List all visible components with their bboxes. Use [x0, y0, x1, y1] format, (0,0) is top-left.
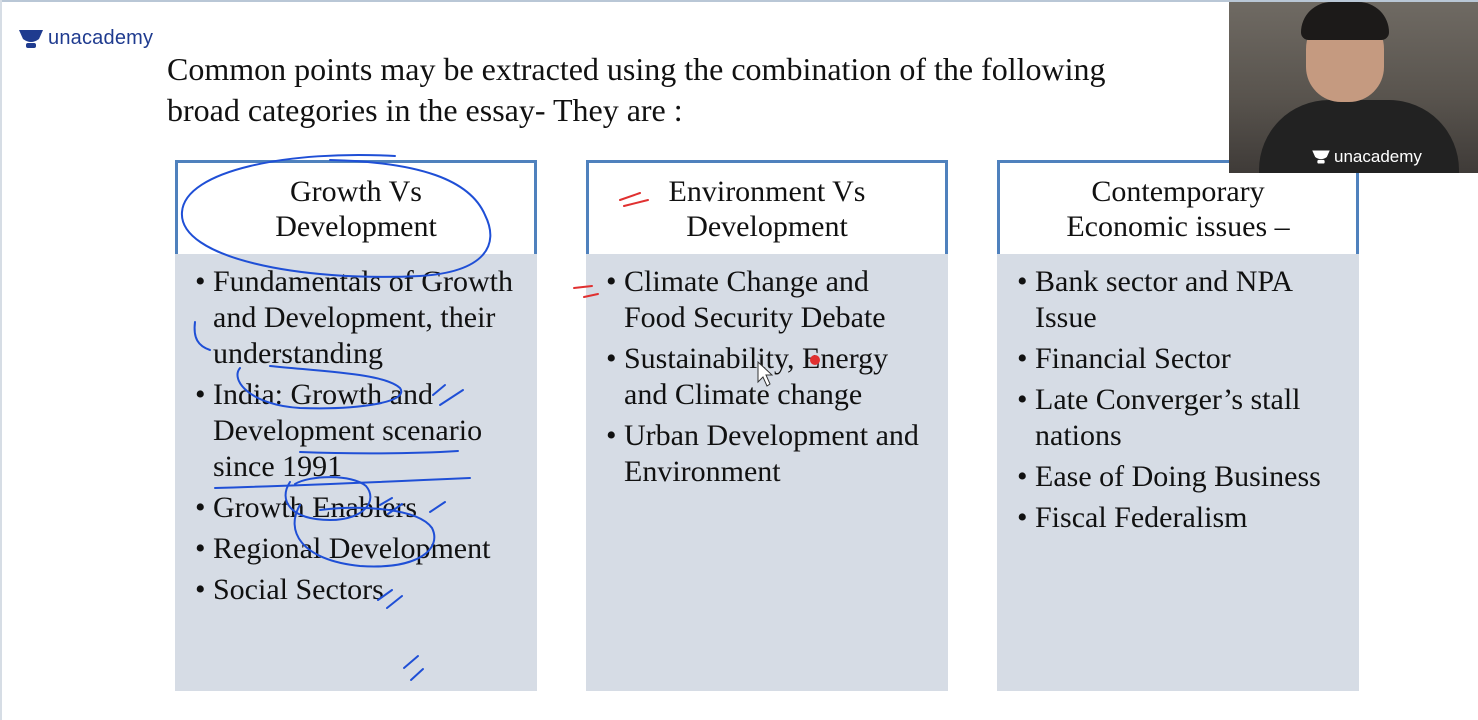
- category-bullet-list: Climate Change and Food Security Debate …: [606, 264, 934, 490]
- category-header: Contemporary Economic issues –: [997, 160, 1359, 254]
- category-body: Climate Change and Food Security Debate …: [586, 254, 948, 691]
- bullet-item: Fiscal Federalism: [1017, 500, 1345, 536]
- category-title-line-1: Environment Vs: [668, 174, 866, 208]
- bullet-item: Bank sector and NPA Issue: [1017, 264, 1345, 336]
- category-body: Fundamentals of Growth and Development, …: [175, 254, 537, 691]
- slide-intro-text: Common points may be extracted using the…: [167, 49, 1227, 131]
- category-title-line-1: Contemporary: [1091, 174, 1265, 208]
- bullet-item: Sustainability, Energy and Climate chang…: [606, 341, 934, 413]
- intro-line-2: broad categories in the essay- They are …: [167, 92, 683, 128]
- bullet-item: India: Growth and Development scenario s…: [195, 377, 523, 485]
- brand-name: unacademy: [48, 27, 154, 49]
- unacademy-logo-icon: [1312, 150, 1330, 164]
- category-header: Environment Vs Development: [586, 160, 948, 254]
- category-title-line-2: Development: [686, 209, 848, 243]
- bullet-item: Urban Development and Environment: [606, 418, 934, 490]
- intro-line-1: Common points may be extracted using the…: [167, 51, 1106, 87]
- category-bullet-list: Bank sector and NPA Issue Financial Sect…: [1017, 264, 1345, 536]
- category-title-line-2: Economic issues –: [1066, 209, 1290, 243]
- bullet-item: Climate Change and Food Security Debate: [606, 264, 934, 336]
- category-environment-vs-development: Environment Vs Development Climate Chang…: [586, 160, 948, 691]
- bullet-item: Late Converger’s stall nations: [1017, 382, 1345, 454]
- presenter-webcam[interactable]: unacademy: [1229, 2, 1478, 173]
- category-title-line-1: Growth Vs: [290, 174, 422, 208]
- bullet-item: Ease of Doing Business: [1017, 459, 1345, 495]
- bullet-item: Fundamentals of Growth and Development, …: [195, 264, 523, 372]
- category-header: Growth Vs Development: [175, 160, 537, 254]
- unacademy-logo-icon: [19, 29, 43, 48]
- category-title-line-2: Development: [275, 209, 437, 243]
- category-contemporary-economic-issues: Contemporary Economic issues – Bank sect…: [997, 160, 1359, 691]
- bullet-item: Regional Development: [195, 531, 523, 567]
- window-left-border: [0, 0, 2, 720]
- category-growth-vs-development: Growth Vs Development Fundamentals of Gr…: [175, 160, 537, 691]
- bullet-item: Social Sectors: [195, 572, 523, 608]
- category-bullet-list: Fundamentals of Growth and Development, …: [195, 264, 523, 608]
- presenter-hair: [1301, 2, 1389, 40]
- category-body: Bank sector and NPA Issue Financial Sect…: [997, 254, 1359, 691]
- webcam-brand-text: unacademy: [1334, 147, 1422, 166]
- brand-logo: unacademy: [18, 27, 153, 50]
- webcam-brand-overlay: unacademy: [1311, 147, 1422, 167]
- bullet-item: Financial Sector: [1017, 341, 1345, 377]
- bullet-item: Growth Enablers: [195, 490, 523, 526]
